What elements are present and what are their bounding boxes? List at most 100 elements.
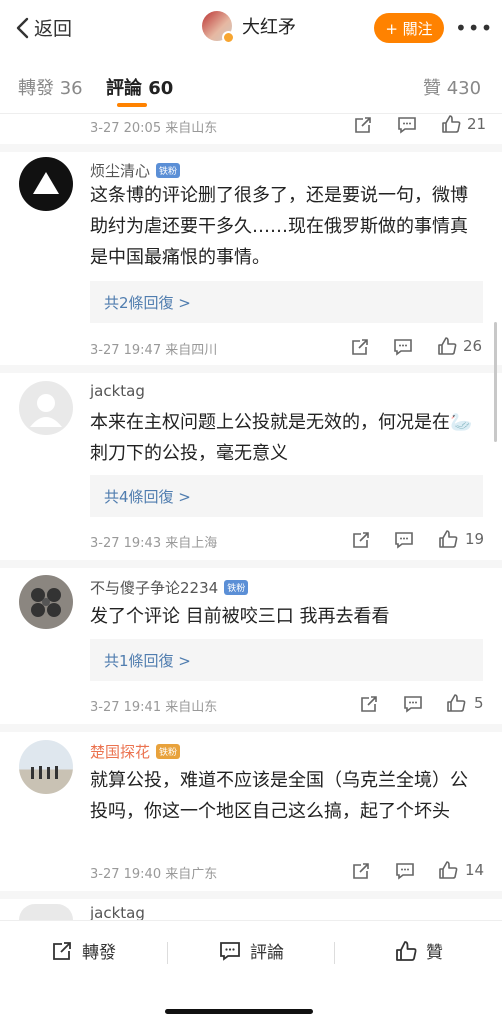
comment-location: 来自四川	[165, 343, 218, 358]
bottom-action-bar: 轉發 評論 贊	[0, 920, 502, 1024]
author-name: 大红矛	[242, 17, 296, 38]
tab-reposts-count: 36	[59, 78, 83, 99]
avatar[interactable]	[19, 575, 73, 629]
comment-meta: 3-27 19:47 来自四川	[90, 339, 217, 358]
username-text: 不与傻子争论2234	[90, 579, 219, 597]
more-options-icon[interactable]: •••	[455, 16, 493, 40]
like-icon[interactable]	[445, 692, 467, 714]
divider	[0, 365, 502, 373]
comment-text: 这条博的评论删了很多了，还是要说一句，微博助纣为虐还要干多久……现在俄罗斯做的事…	[90, 185, 468, 268]
comment-time: 3-27 20:05	[90, 121, 162, 136]
divider	[334, 942, 335, 964]
comment-username[interactable]: 烦尘清心 铁粉	[90, 160, 181, 181]
like-label: 贊	[426, 943, 443, 963]
comment-meta: 3-27 19:43 来自上海	[90, 532, 217, 551]
like-icon[interactable]	[437, 528, 459, 550]
comment-location: 来自上海	[165, 536, 218, 551]
comment-location: 来自广东	[165, 867, 218, 882]
avatar[interactable]	[19, 157, 73, 211]
fan-badge: 铁粉	[156, 744, 181, 759]
comment-username[interactable]: jacktag	[90, 905, 145, 920]
comment-location: 来自山东	[165, 121, 218, 136]
comment-text: 发了个评论 目前被咬三口 我再去看看	[90, 606, 390, 627]
post-tabs: 轉發 36 評論 60 贊 430	[0, 58, 502, 114]
avatar[interactable]	[19, 904, 73, 920]
like-count: 19	[465, 530, 485, 548]
author-avatar[interactable]	[202, 11, 235, 44]
comment-meta: 3-27 19:41 来自山东	[90, 696, 217, 715]
chevron-left-icon	[16, 17, 29, 38]
like-count: 14	[465, 861, 485, 879]
comment-username[interactable]: 不与傻子争论2234 铁粉	[90, 577, 249, 598]
tab-comments[interactable]: 評論 60	[106, 74, 173, 100]
username-text: jacktag	[90, 382, 145, 400]
author-header[interactable]: 大红矛	[202, 11, 296, 44]
comment-icon[interactable]	[392, 336, 414, 358]
comment-icon[interactable]	[396, 114, 418, 136]
view-replies-link[interactable]: 共1條回復 >	[90, 639, 483, 681]
comment-text: 就算公投，难道不应该是全国（乌克兰全境）公投吗，你这一个地区自己这么搞，起了个坏…	[90, 770, 468, 822]
home-indicator[interactable]	[165, 1009, 313, 1014]
tab-reposts[interactable]: 轉發 36	[18, 74, 83, 100]
view-replies-link[interactable]: 共4條回復 >	[90, 475, 483, 517]
like-button[interactable]: 贊	[394, 938, 443, 963]
comment-icon[interactable]	[394, 860, 416, 882]
share-icon	[53, 941, 71, 960]
username-text: 烦尘清心	[90, 162, 151, 180]
like-count: 26	[463, 337, 483, 355]
comment-label: 評論	[250, 943, 284, 963]
comment-icon	[220, 941, 240, 961]
share-icon[interactable]	[350, 529, 372, 551]
tab-reposts-label: 轉發	[18, 78, 54, 99]
active-tab-indicator	[117, 103, 147, 107]
comment-username[interactable]: jacktag	[90, 382, 145, 400]
tab-likes-label: 贊	[423, 78, 441, 99]
comment-text: 本来在主权问题上公投就是无效的，何况是在🦢 刺刀下的公投，毫无意义	[90, 412, 473, 464]
tab-comments-count: 60	[148, 78, 174, 99]
repost-label: 轉發	[82, 943, 116, 963]
like-icon	[396, 940, 417, 961]
comment-time: 3-27 19:40	[90, 867, 162, 882]
comment-button[interactable]: 評論	[218, 938, 284, 963]
verified-icon	[222, 31, 235, 44]
username-text: 楚国探花	[90, 743, 151, 761]
view-replies-link[interactable]: 共2條回復 >	[90, 281, 483, 323]
divider	[0, 144, 502, 152]
fan-badge: 铁粉	[224, 580, 249, 595]
like-icon[interactable]	[436, 335, 458, 357]
back-label: 返回	[34, 18, 73, 40]
share-icon[interactable]	[352, 114, 374, 136]
comment-time: 3-27 19:47	[90, 343, 162, 358]
avatar[interactable]	[19, 740, 73, 794]
divider	[0, 724, 502, 732]
comment-time: 3-27 19:41	[90, 700, 162, 715]
like-icon[interactable]	[437, 859, 459, 881]
share-icon[interactable]	[350, 860, 372, 882]
divider	[167, 942, 168, 964]
divider	[0, 560, 502, 568]
comment-location: 来自山东	[165, 700, 218, 715]
avatar[interactable]	[19, 381, 73, 435]
tab-likes-count: 430	[446, 78, 482, 99]
like-count: 21	[467, 115, 487, 133]
follow-button[interactable]: + 關注	[374, 13, 444, 43]
top-bar: 返回 大红矛 + 關注 •••	[0, 0, 502, 58]
comment-meta: 3-27 19:40 来自广东	[90, 863, 217, 882]
comment-icon[interactable]	[402, 693, 424, 715]
back-button[interactable]: 返回	[14, 14, 72, 41]
tab-likes[interactable]: 贊 430	[423, 74, 481, 100]
share-icon[interactable]	[349, 336, 371, 358]
tab-comments-label: 評論	[106, 78, 142, 99]
comment-username[interactable]: 楚国探花 铁粉	[90, 741, 181, 762]
username-text: jacktag	[90, 905, 145, 920]
like-count: 5	[474, 694, 484, 712]
share-icon[interactable]	[358, 693, 380, 715]
fan-badge: 铁粉	[156, 163, 181, 178]
divider	[0, 891, 502, 899]
comment-meta: 3-27 20:05 来自山东	[90, 117, 217, 136]
scrollbar[interactable]	[494, 322, 497, 442]
repost-button[interactable]: 轉發	[50, 938, 116, 963]
like-icon[interactable]	[440, 113, 462, 135]
comment-time: 3-27 19:43	[90, 536, 162, 551]
comment-icon[interactable]	[393, 529, 415, 551]
